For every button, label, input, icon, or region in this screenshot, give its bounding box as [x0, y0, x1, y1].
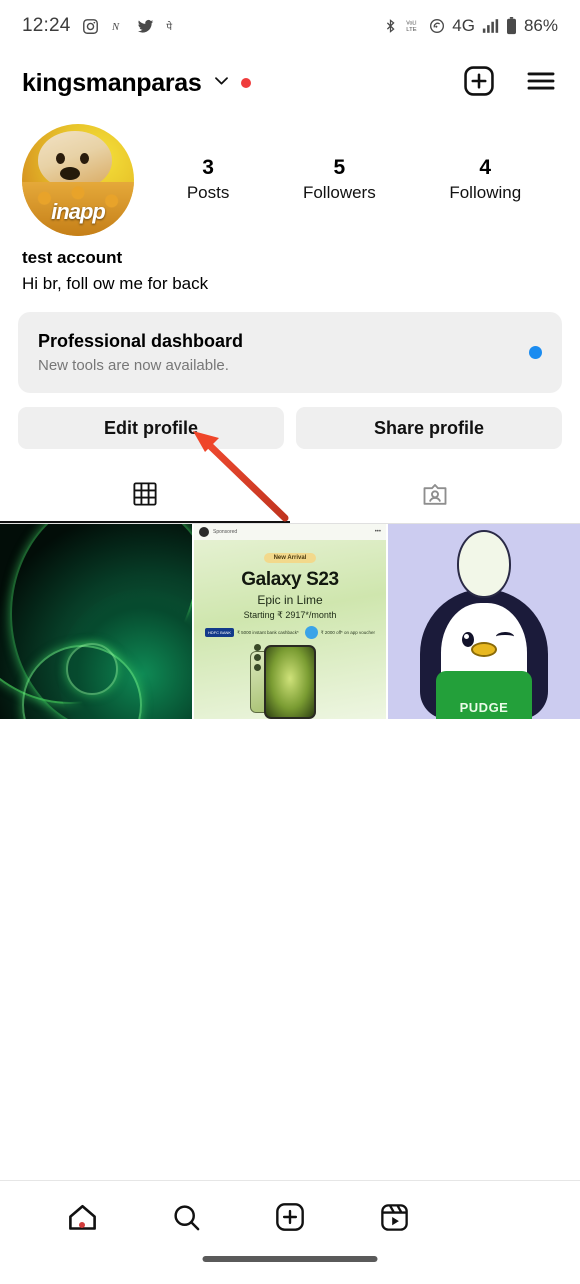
dashboard-subtitle: New tools are now available.: [38, 356, 229, 374]
svg-text:N: N: [111, 22, 120, 33]
avatar-watermark: inapp: [51, 198, 106, 224]
share-profile-button[interactable]: Share profile: [296, 407, 562, 450]
signal-bars-icon: [482, 18, 499, 34]
phone-screen: 12:24 N पे VoLl LTE 4G 86% kingsmanparas…: [0, 0, 580, 1284]
nav-create[interactable]: [238, 1201, 342, 1233]
account-unread-dot: [240, 78, 251, 88]
avatar[interactable]: inapp: [22, 124, 134, 236]
status-time: 12:24: [22, 15, 71, 36]
hamburger-menu-icon[interactable]: [524, 64, 558, 103]
phonepe-icon: पे: [165, 17, 181, 35]
ad-sponsored-header: Sponsored •••: [194, 524, 386, 541]
battery-percent: 86%: [523, 16, 558, 35]
abstract-circle-small: [66, 643, 118, 696]
ad-offer-bank: HDFC BANK ₹ 5000 instant bank cashback*: [204, 628, 299, 638]
professional-dashboard-card[interactable]: Professional dashboard New tools are now…: [18, 311, 562, 394]
stat-followers-value: 5: [333, 155, 346, 179]
ad-bank-offer-text: ₹ 5000 instant bank cashback*: [237, 629, 299, 635]
account-switcher[interactable]: kingsmanparas: [22, 69, 251, 98]
pudge-apron-text: PUDGE: [459, 700, 509, 716]
ad-sponsored-label: Sponsored: [213, 529, 238, 536]
post-pudge-penguin[interactable]: PUDGE: [388, 524, 580, 720]
volte-icon: VoLl LTE: [405, 18, 422, 34]
stat-posts[interactable]: 3 Posts: [187, 155, 230, 205]
pudge-apron: PUDGE: [436, 671, 532, 720]
svg-text:VoLl: VoLl: [407, 21, 417, 27]
app-bar-actions: [462, 64, 558, 103]
svg-text:LTE: LTE: [407, 27, 417, 33]
svg-text:पे: पे: [166, 21, 172, 33]
tagged-person-icon: [421, 481, 449, 514]
add-post-icon[interactable]: [462, 64, 496, 103]
ad-voucher-icon: [304, 626, 318, 640]
n-app-icon: N: [110, 18, 126, 34]
profile-header: inapp 3 Posts 5 Followers 4 Following: [0, 114, 580, 236]
pudge-beak: [471, 642, 497, 658]
grid-icon: [132, 481, 158, 512]
profile-tabs: [0, 471, 580, 525]
ad-phone-front: [264, 645, 316, 720]
chevron-down-icon[interactable]: [212, 71, 231, 95]
stat-following[interactable]: 4 Following: [449, 155, 521, 205]
home-indicator: [202, 1256, 378, 1262]
ad-bank-logo: HDFC BANK: [204, 628, 235, 638]
nav-reels[interactable]: [342, 1202, 446, 1233]
pudge-eye-highlight: [464, 634, 469, 640]
post-abstract-green[interactable]: [0, 524, 192, 720]
ad-more-icon: •••: [374, 529, 381, 536]
dashboard-texts: Professional dashboard New tools are now…: [38, 328, 243, 378]
nav-home-dot: [79, 1221, 85, 1228]
network-type: 4G: [452, 16, 475, 35]
ad-price-line: Starting ₹ 2917*/month: [243, 610, 337, 621]
profile-action-buttons: Edit profile Share profile: [0, 393, 580, 450]
instagram-icon: [82, 18, 99, 35]
ad-subhead: Epic in Lime: [257, 593, 323, 608]
wifi-calling-icon: [429, 18, 445, 34]
profile-bio-text: Hi br, foll ow me for back: [22, 274, 209, 294]
status-bar-left: 12:24 N पे: [22, 15, 181, 37]
pudge-wink-eye: [496, 632, 514, 641]
ad-camera-lenses: [254, 664, 261, 672]
stat-posts-value: 3: [202, 155, 214, 179]
profile-stats: 3 Posts 5 Followers 4 Following: [134, 155, 558, 205]
battery-icon: [506, 17, 517, 35]
profile-display-name: test account: [22, 248, 123, 267]
tagged-tab[interactable]: [290, 471, 580, 523]
stat-posts-label: Posts: [186, 183, 230, 203]
ad-voucher-offer-text: ₹ 2000 off* on app voucher: [320, 629, 376, 635]
profile-bio: test account Hi br, foll ow me for back: [0, 236, 580, 298]
stat-following-value: 4: [479, 155, 492, 179]
post-galaxy-s23-ad[interactable]: Sponsored ••• New Arrival Galaxy S23 Epi…: [194, 524, 386, 720]
post-grid: Sponsored ••• New Arrival Galaxy S23 Epi…: [0, 524, 580, 720]
twitter-icon: [137, 18, 154, 35]
bottom-nav-icons: [0, 1181, 580, 1253]
edit-profile-button[interactable]: Edit profile: [18, 407, 284, 450]
grid-tab[interactable]: [0, 471, 290, 524]
status-bar-right: VoLl LTE 4G 86%: [383, 16, 558, 36]
ad-offers: HDFC BANK ₹ 5000 instant bank cashback* …: [200, 626, 380, 640]
nav-home[interactable]: [30, 1201, 134, 1234]
pudge-egg: [457, 530, 511, 599]
bottom-navigation: [0, 1180, 580, 1284]
stat-followers[interactable]: 5 Followers: [303, 155, 376, 205]
profile-username: kingsmanparas: [22, 68, 202, 97]
ad-headline: Galaxy S23: [241, 569, 339, 591]
bluetooth-icon: [383, 18, 398, 34]
nav-search[interactable]: [134, 1202, 238, 1233]
avatar-eye-left: [55, 153, 65, 165]
stat-following-label: Following: [449, 183, 522, 203]
ad-body: New Arrival Galaxy S23 Epic in Lime Star…: [194, 540, 386, 640]
dashboard-new-dot: [529, 345, 542, 359]
status-bar: 12:24 N पे VoLl LTE 4G 86%: [0, 0, 580, 52]
ad-offer-voucher: ₹ 2000 off* on app voucher: [304, 626, 376, 640]
ad-new-arrival-badge: New Arrival: [263, 553, 317, 564]
app-bar: kingsmanparas: [0, 52, 580, 114]
dashboard-title: Professional dashboard: [38, 330, 244, 351]
ad-avatar-icon: [199, 527, 209, 538]
stat-followers-label: Followers: [302, 183, 376, 203]
